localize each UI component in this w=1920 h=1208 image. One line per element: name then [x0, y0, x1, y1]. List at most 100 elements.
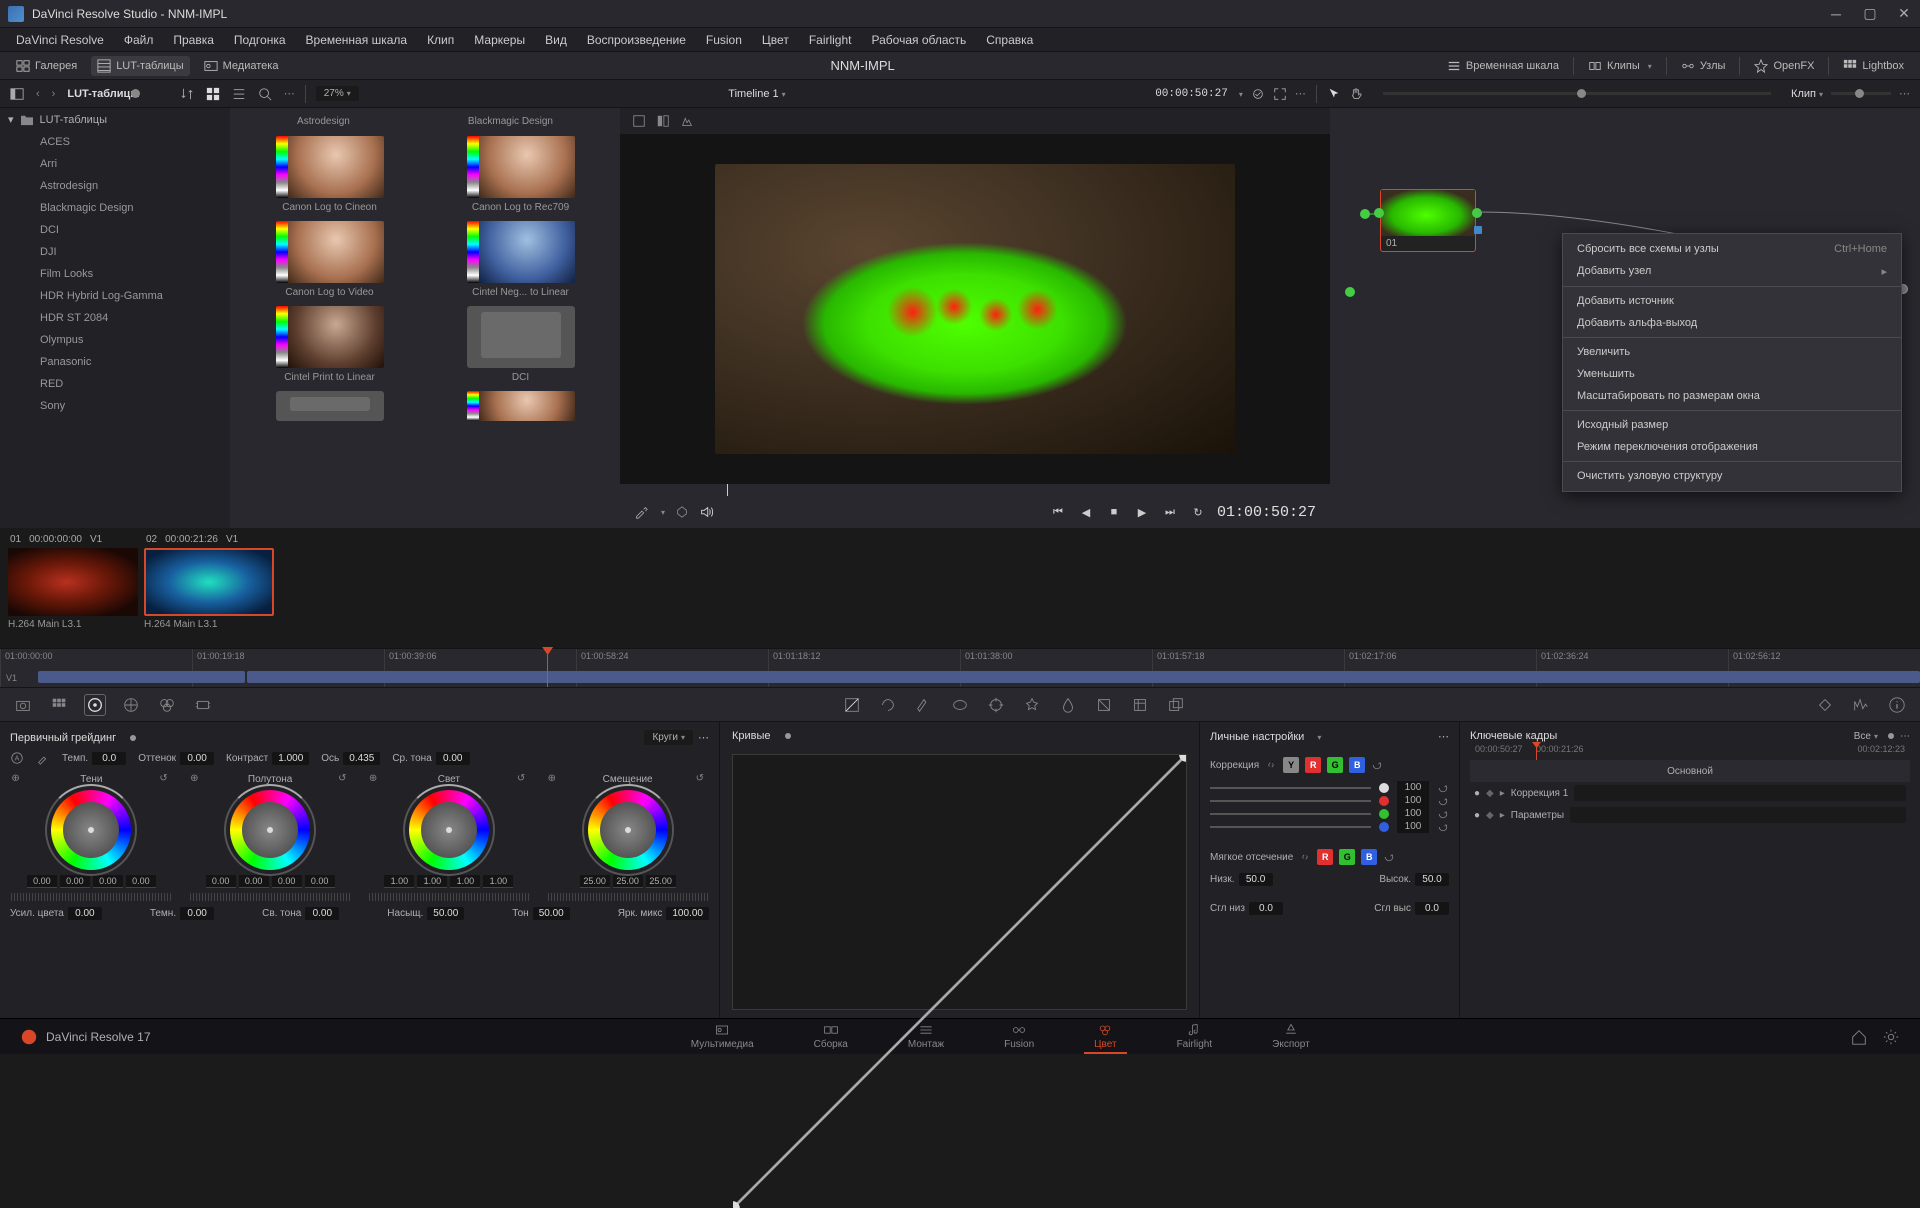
lut-item[interactable]: Canon Log to Rec709 [429, 136, 612, 213]
magic-mask-icon[interactable] [1021, 694, 1043, 716]
color-wheel[interactable] [588, 790, 668, 870]
node-out[interactable] [1472, 208, 1482, 218]
link2-icon[interactable] [1299, 851, 1311, 863]
viewer-overlay-icon[interactable] [632, 114, 646, 128]
kf-track[interactable] [1570, 807, 1906, 823]
page-tab-экспорт[interactable]: Экспорт [1262, 1020, 1320, 1054]
lut-root-folder[interactable]: ▾LUT-таблицы [0, 108, 230, 131]
channel-y-button[interactable]: Y [1283, 757, 1299, 773]
window-icon[interactable] [949, 694, 971, 716]
viewer-split-icon[interactable] [656, 114, 670, 128]
first-frame-button[interactable]: ⏮ [1049, 503, 1067, 521]
lut-item[interactable]: Cintel Print to Linear [238, 306, 421, 383]
reset-icon[interactable] [1437, 808, 1449, 820]
zoom-dropdown[interactable]: 27% [316, 86, 359, 101]
kf-more-icon[interactable]: ⋯ [1900, 731, 1910, 742]
menu-цвет[interactable]: Цвет [754, 31, 797, 49]
playhead[interactable] [547, 649, 548, 687]
custom-dropdown[interactable] [1314, 731, 1321, 743]
wheel-value[interactable]: 25.00 [613, 875, 643, 888]
custom-more-icon[interactable]: ⋯ [1438, 730, 1449, 743]
kf-row[interactable]: ●◆▸Коррекция 1 [1470, 782, 1910, 804]
wheel-value[interactable]: 25.00 [580, 875, 610, 888]
timeline-ruler[interactable]: V1 01:00:00:0001:00:19:1801:00:39:0601:0… [0, 648, 1920, 688]
param-value[interactable]: 0.00 [180, 907, 214, 920]
close-button[interactable]: ✕ [1896, 6, 1912, 22]
softclip-r-button[interactable]: R [1317, 849, 1333, 865]
lut-folder-item[interactable]: Arri [0, 153, 230, 175]
mixer-slider[interactable] [1210, 813, 1371, 815]
reset-correction-icon[interactable] [1371, 759, 1383, 771]
lut-folder-item[interactable]: HDR Hybrid Log-Gamma [0, 285, 230, 307]
nodes-toggle[interactable]: Узлы [1675, 56, 1732, 76]
kf-ruler[interactable]: 00:00:50:27 00:00:21:26 00:02:12:23 [1470, 742, 1910, 760]
channel-g-button[interactable]: G [1327, 757, 1343, 773]
corrector-node[interactable]: 01 [1380, 189, 1476, 252]
reset-icon[interactable] [1437, 795, 1449, 807]
channel-b-button[interactable]: B [1349, 757, 1365, 773]
slider-value[interactable]: 100 [1397, 781, 1429, 794]
menu-воспроизведение[interactable]: Воспроизведение [579, 31, 694, 49]
lut-folder-item[interactable]: DCI [0, 219, 230, 241]
sizing-icon[interactable] [1129, 694, 1151, 716]
3d-icon[interactable] [1165, 694, 1187, 716]
param-value[interactable]: 0.00 [305, 907, 339, 920]
clip-item[interactable]: 0200:00:21:26V1H.264 Main L3.1 [144, 534, 274, 630]
wheel-value[interactable]: 0.00 [206, 875, 236, 888]
wheel-slider[interactable] [11, 893, 171, 901]
kf-track[interactable] [1574, 785, 1906, 801]
wheel-reset-icon[interactable]: ↺ [517, 773, 529, 785]
gallery-toggle[interactable]: Галерея [10, 56, 83, 76]
unmix-icon[interactable] [675, 505, 689, 519]
clip-item[interactable]: 0100:00:00:00V1H.264 Main L3.1 [8, 534, 138, 630]
wheel-target-icon[interactable]: ⊕ [548, 773, 560, 785]
wheel-slider[interactable] [190, 893, 350, 901]
color-wheel[interactable] [51, 790, 131, 870]
lightbox-toggle[interactable]: Lightbox [1837, 56, 1910, 76]
menu-справка[interactable]: Справка [978, 31, 1041, 49]
wheel-value[interactable]: 0.00 [305, 875, 335, 888]
loop-button[interactable]: ↻ [1189, 503, 1207, 521]
motion-icon[interactable] [192, 694, 214, 716]
kf-master-row[interactable]: Основной [1470, 760, 1910, 782]
link-icon[interactable] [1265, 759, 1277, 771]
menu-fairlight[interactable]: Fairlight [801, 31, 860, 49]
wheel-reset-icon[interactable]: ↺ [338, 773, 350, 785]
home-icon[interactable] [1850, 1028, 1868, 1046]
hs-value[interactable]: 0.0 [1415, 902, 1449, 915]
panel-toggle-icon[interactable] [10, 87, 24, 101]
viewer-scrubber[interactable] [620, 484, 1330, 496]
tint-value[interactable]: 0.00 [180, 752, 214, 765]
wheel-slider[interactable] [369, 893, 529, 901]
timeline-toggle[interactable]: Временная шкала [1441, 56, 1565, 76]
color-wheel[interactable] [409, 790, 489, 870]
context-item[interactable]: Уменьшить [1563, 363, 1901, 385]
pick-white-icon[interactable] [36, 751, 50, 765]
param-value[interactable]: 50.00 [533, 907, 570, 920]
kf-toggle-icon[interactable]: ● [1474, 810, 1480, 821]
kf-lock-icon[interactable]: ◆ [1486, 810, 1494, 821]
lut-item[interactable] [238, 391, 421, 421]
grid-view-icon[interactable] [206, 87, 220, 101]
menu-маркеры[interactable]: Маркеры [466, 31, 533, 49]
picker-dropdown[interactable] [658, 506, 665, 518]
rgb-mixer-icon[interactable] [156, 694, 178, 716]
node-alpha-out[interactable] [1474, 226, 1482, 234]
low-value[interactable]: 50.0 [1239, 873, 1273, 886]
lut-folder-item[interactable]: Panasonic [0, 351, 230, 373]
slider-value[interactable]: 100 [1397, 820, 1429, 833]
wheel-value[interactable]: 0.00 [272, 875, 302, 888]
menu-рабочая-область[interactable]: Рабочая область [864, 31, 975, 49]
contrast-value[interactable]: 1.000 [272, 752, 309, 765]
wheel-value[interactable]: 0.00 [239, 875, 269, 888]
colorwheels-icon[interactable] [84, 694, 106, 716]
source-connector[interactable] [1345, 287, 1355, 297]
node-in[interactable] [1374, 208, 1384, 218]
menu-fusion[interactable]: Fusion [698, 31, 750, 49]
maximize-button[interactable]: ▢ [1862, 6, 1878, 22]
lut-folder-item[interactable]: RED [0, 373, 230, 395]
wheel-value[interactable]: 1.00 [384, 875, 414, 888]
kf-lock-icon[interactable]: ◆ [1486, 788, 1494, 799]
mixer-slider[interactable] [1210, 826, 1371, 828]
lut-item[interactable] [429, 391, 612, 421]
